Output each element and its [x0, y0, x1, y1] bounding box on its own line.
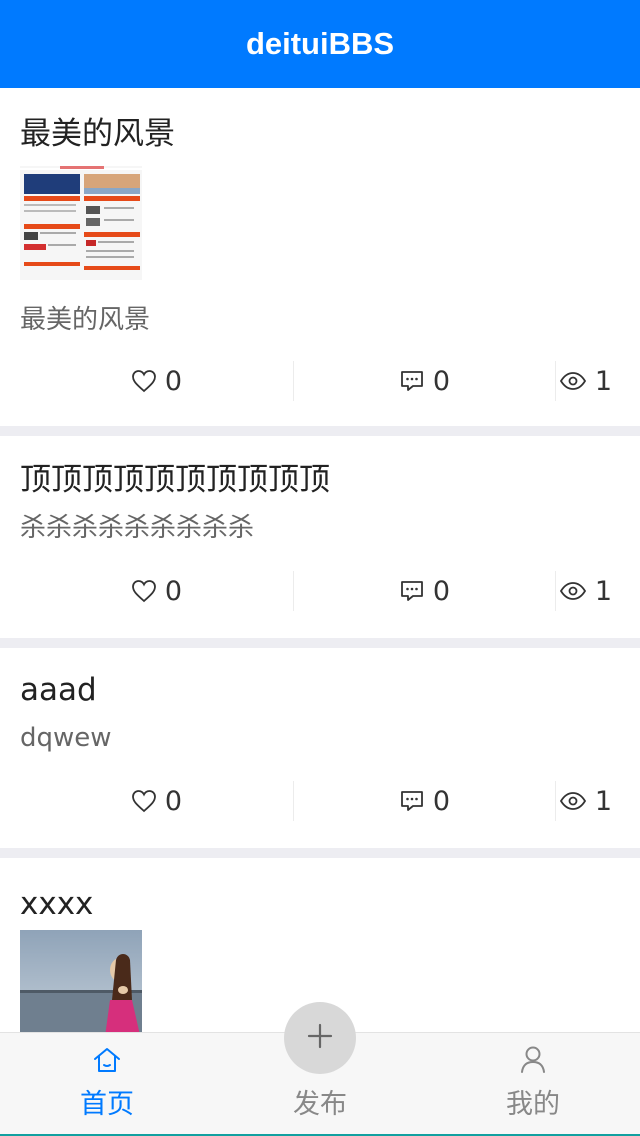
- comment-count: 0: [432, 785, 451, 817]
- user-icon: [518, 1044, 548, 1078]
- eye-icon: [559, 791, 587, 811]
- tab-home[interactable]: 首页: [27, 1033, 187, 1136]
- eye-icon: [559, 371, 587, 391]
- home-icon: [92, 1046, 122, 1078]
- post-title[interactable]: aaad: [20, 672, 620, 708]
- post-body[interactable]: 最美的风景: [20, 304, 620, 336]
- post-body[interactable]: 杀杀杀杀杀杀杀杀杀: [20, 512, 620, 544]
- tab-me-label: 我的: [506, 1089, 560, 1120]
- view-stat: 1: [555, 361, 620, 401]
- post-stats: 0 0 1: [20, 336, 620, 426]
- comment-icon: [399, 579, 425, 603]
- comment-icon: [399, 369, 425, 393]
- tab-publish-label: 发布: [293, 1089, 347, 1120]
- app-header: deituiBBS: [0, 0, 640, 88]
- post-stats: 0 0 1: [20, 754, 620, 848]
- like-count: 0: [164, 575, 183, 607]
- view-count: 1: [594, 785, 612, 817]
- post-card[interactable]: 顶顶顶顶顶顶顶顶顶顶 杀杀杀杀杀杀杀杀杀 0 0 1: [0, 436, 640, 638]
- comment-count: 0: [432, 365, 451, 397]
- post-stats: 0 0 1: [20, 544, 620, 638]
- post-card[interactable]: aaad dqwew 0 0 1: [0, 648, 640, 848]
- post-body[interactable]: dqwew: [20, 722, 620, 754]
- view-stat: 1: [555, 571, 620, 611]
- view-stat: 1: [555, 781, 620, 821]
- comment-button[interactable]: 0: [293, 571, 555, 611]
- tab-home-label: 首页: [80, 1089, 134, 1120]
- comment-button[interactable]: 0: [293, 361, 555, 401]
- view-count: 1: [594, 365, 612, 397]
- eye-icon: [559, 581, 587, 601]
- like-count: 0: [164, 785, 183, 817]
- plus-icon: [307, 1023, 333, 1053]
- post-feed: 最美的风景 最美的风景 0 0 1 顶顶顶顶顶顶顶顶顶顶 杀杀杀杀杀杀杀杀杀 0…: [0, 88, 640, 1058]
- like-count: 0: [164, 365, 183, 397]
- app-title: deituiBBS: [245, 26, 395, 61]
- heart-icon: [131, 369, 157, 393]
- post-title[interactable]: 最美的风景: [20, 116, 620, 152]
- like-button[interactable]: 0: [20, 366, 293, 397]
- post-title[interactable]: 顶顶顶顶顶顶顶顶顶顶: [20, 462, 620, 498]
- view-count: 1: [594, 575, 612, 607]
- publish-fab-button[interactable]: [284, 1002, 356, 1074]
- like-button[interactable]: 0: [20, 786, 293, 817]
- post-card[interactable]: 最美的风景 最美的风景 0 0 1: [0, 88, 640, 426]
- comment-button[interactable]: 0: [293, 781, 555, 821]
- like-button[interactable]: 0: [20, 576, 293, 607]
- comment-icon: [399, 789, 425, 813]
- tab-me[interactable]: 我的: [453, 1033, 613, 1136]
- post-thumbnail[interactable]: [20, 166, 142, 280]
- heart-icon: [131, 579, 157, 603]
- comment-count: 0: [432, 575, 451, 607]
- post-title[interactable]: xxxx: [20, 886, 620, 922]
- heart-icon: [131, 789, 157, 813]
- post-thumbnail[interactable]: [20, 930, 142, 1044]
